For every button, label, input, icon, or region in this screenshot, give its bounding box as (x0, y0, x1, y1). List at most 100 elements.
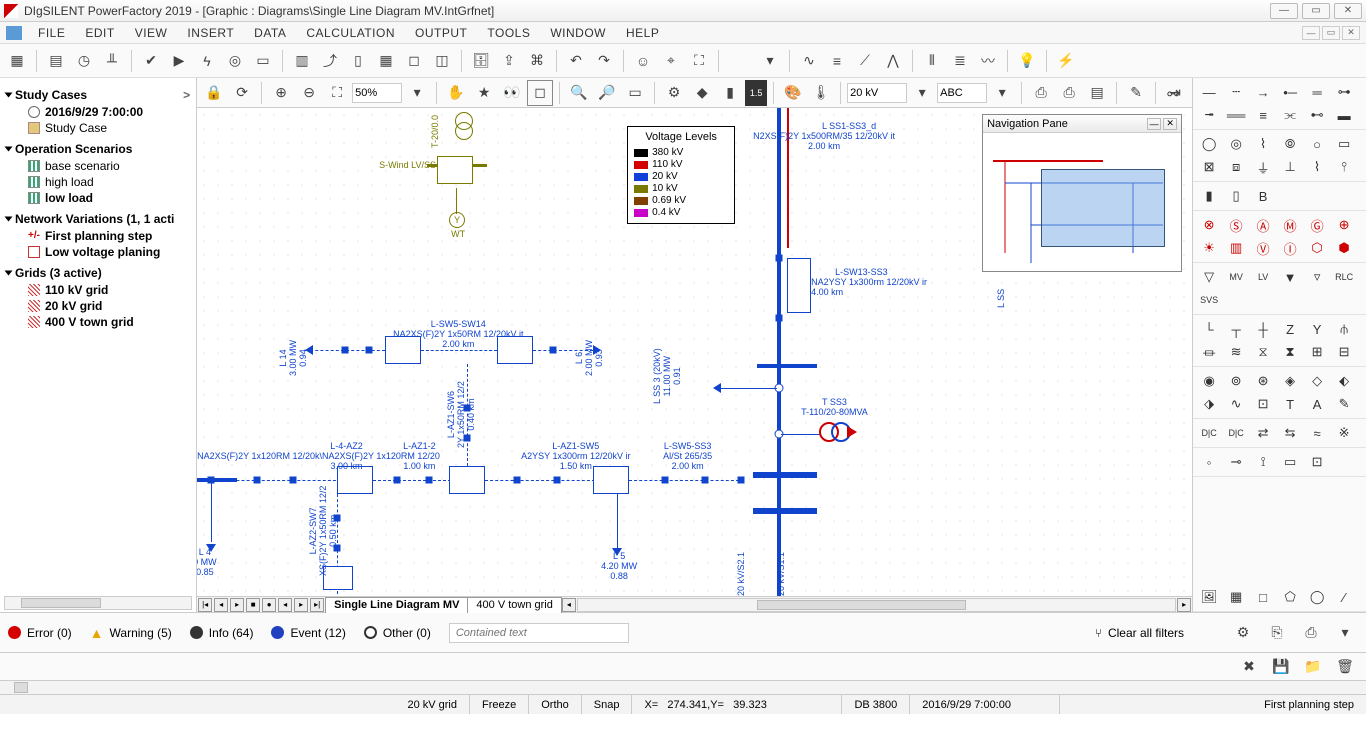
db-icon[interactable]: 🗄 (468, 48, 494, 74)
shortcircuit-icon[interactable]: ◎ (222, 48, 248, 74)
op-scenarios-header[interactable]: Operation Scenarios (6, 142, 190, 156)
zoom2-icon[interactable]: 🔍 (566, 80, 592, 106)
zoom-input[interactable] (352, 83, 402, 103)
tab-last-icon[interactable]: ▸| (310, 598, 324, 612)
print2-icon[interactable]: ⎙ (1298, 620, 1324, 646)
chevron-down-icon[interactable]: ▾ (909, 80, 935, 106)
node[interactable] (426, 477, 433, 484)
tab-play-icon[interactable]: ▸ (230, 598, 244, 612)
node[interactable] (550, 347, 557, 354)
palette-dash-icon[interactable]: ┄ (1224, 82, 1248, 102)
palette-fuse-icon[interactable]: ⧈ (1224, 157, 1248, 177)
grid-400v[interactable]: 400 V town grid (6, 314, 190, 330)
palette-z-icon[interactable]: Z (1278, 319, 1302, 339)
palette-nd5-icon[interactable]: ⊡ (1305, 452, 1329, 472)
palette-gen3-icon[interactable]: ⊕ (1332, 215, 1356, 235)
report-icon[interactable]: ▭ (250, 48, 276, 74)
palette-inv-icon[interactable]: ⇄ (1251, 423, 1275, 443)
node[interactable] (394, 477, 401, 484)
voltage-legend[interactable]: Voltage Levels 380 kV 110 kV 20 kV 10 kV… (627, 126, 735, 224)
wave-icon[interactable]: 〰 (975, 48, 1001, 74)
study-cases-header[interactable]: Study Cases> (6, 88, 190, 102)
navpane-viewport[interactable] (1041, 169, 1165, 247)
tab-sld-mv[interactable]: Single Line Diagram MV (325, 597, 468, 613)
tab-rec-icon[interactable]: ● (262, 598, 276, 612)
palette-hvdc-icon[interactable]: ≈ (1305, 423, 1329, 443)
tag-icon[interactable]: ▮ (717, 80, 743, 106)
filter-other[interactable]: Other (0) (364, 626, 431, 640)
palette-filter-icon[interactable]: ≋ (1224, 342, 1248, 362)
menu-output[interactable]: OUTPUT (405, 24, 477, 42)
palette-ld2-icon[interactable]: ▼ (1278, 267, 1302, 287)
breaker-green[interactable] (437, 156, 473, 184)
palette-react-icon[interactable]: ⧖ (1251, 342, 1275, 362)
palette-circle-icon[interactable]: ◯ (1197, 134, 1221, 154)
tab-prev2-icon[interactable]: ◂ (278, 598, 292, 612)
doc-close-button[interactable]: ✕ (1342, 26, 1360, 40)
canvas-h-scrollbar[interactable] (577, 598, 1176, 612)
palette-y-icon[interactable]: Y (1305, 319, 1329, 339)
navigation-pane[interactable]: Navigation Pane —✕ (982, 114, 1182, 272)
tab-stop-icon[interactable]: ■ (246, 598, 260, 612)
zoom-out-icon[interactable]: ⊖ (296, 80, 322, 106)
new-project-icon[interactable]: ▦ (4, 48, 30, 74)
print-icon[interactable]: ⎙ (1028, 80, 1054, 106)
peak-icon[interactable]: ⋀ (880, 48, 906, 74)
palette-arrow-icon[interactable]: → (1251, 82, 1275, 102)
curve-icon[interactable]: ⤴ (317, 48, 343, 74)
app-menu-icon[interactable] (6, 26, 22, 40)
menu-insert[interactable]: INSERT (177, 24, 244, 42)
hand-icon[interactable]: ✋ (443, 80, 469, 106)
palette-label-icon[interactable]: A (1305, 394, 1329, 414)
link-icon[interactable]: ⚯ (1160, 81, 1186, 107)
menu-file[interactable]: FILE (28, 24, 75, 42)
expand-icon[interactable]: ▾ (1332, 620, 1358, 646)
palette-nd2-icon[interactable]: ⊸ (1224, 452, 1248, 472)
palette-ext2-icon[interactable]: ⬢ (1332, 238, 1356, 258)
maximize-button[interactable]: ▭ (1302, 3, 1330, 19)
node[interactable] (662, 477, 669, 484)
marquee-icon[interactable]: ▭ (622, 80, 648, 106)
menu-tools[interactable]: TOOLS (477, 24, 540, 42)
palette-cap-icon[interactable]: ⊥ (1278, 157, 1302, 177)
palette-group-icon[interactable]: ▦ (1224, 587, 1248, 607)
palette-dline-icon[interactable]: ══ (1224, 105, 1248, 125)
palette-pv-icon[interactable]: ☀ (1197, 238, 1221, 258)
undo-icon[interactable]: ↶ (563, 48, 589, 74)
navpane-body[interactable] (983, 133, 1181, 271)
palette-corner-icon[interactable]: └ (1197, 319, 1221, 339)
palette-bat-icon[interactable]: ▥ (1224, 238, 1248, 258)
tab-scroll-left-icon[interactable]: ◂ (562, 598, 576, 612)
palette-series-icon[interactable]: ⧗ (1278, 342, 1302, 362)
palette-poly-icon[interactable]: ⬠ (1278, 587, 1302, 607)
palette-rect-icon[interactable]: ▭ (1332, 134, 1356, 154)
bus-vertical-main[interactable] (777, 108, 781, 596)
table-icon[interactable]: ▦ (373, 48, 399, 74)
zoom3-icon[interactable]: 🔎 (594, 80, 620, 106)
palette-ln-icon[interactable]: ∕ (1332, 587, 1356, 607)
filter-error[interactable]: Error (0) (8, 626, 72, 640)
navpane-close-icon[interactable]: ✕ (1163, 118, 1177, 130)
export-icon[interactable]: ⇪ (496, 48, 522, 74)
loadflow-icon[interactable]: ϟ (194, 48, 220, 74)
minimize-button[interactable]: — (1270, 3, 1298, 19)
palette-nd3-icon[interactable]: ⟟ (1251, 452, 1275, 472)
filter2-icon[interactable]: ≣ (947, 48, 973, 74)
palette-box-icon[interactable]: □ (1251, 587, 1275, 607)
grid-data-icon[interactable]: ▤ (43, 48, 69, 74)
palette-cable-icon[interactable]: ⫘ (1278, 105, 1302, 125)
palette-shunt-icon[interactable]: ⏛ (1197, 342, 1221, 362)
wind-turbine-icon[interactable]: Y (449, 212, 465, 228)
redo-icon[interactable]: ↷ (591, 48, 617, 74)
tab-first-icon[interactable]: |◂ (198, 598, 212, 612)
bus-thick[interactable] (753, 472, 817, 478)
palette-term-icon[interactable]: ╼ (1197, 105, 1221, 125)
variation-first-step[interactable]: +/-First planning step (6, 228, 190, 244)
folder-icon[interactable]: 📁 (1300, 654, 1326, 680)
palette-bar-icon[interactable]: ▬ (1332, 105, 1356, 125)
scenario-base[interactable]: base scenario (6, 158, 190, 174)
palette-ext-icon[interactable]: ⬡ (1305, 238, 1329, 258)
tab-next-icon[interactable]: ▸ (294, 598, 308, 612)
palette-facts-icon[interactable]: ※ (1332, 423, 1356, 443)
diagram-canvas[interactable]: T SV T-20/0.0 Y WT S-Wind LV/SS L SS1-SS… (197, 108, 1192, 596)
